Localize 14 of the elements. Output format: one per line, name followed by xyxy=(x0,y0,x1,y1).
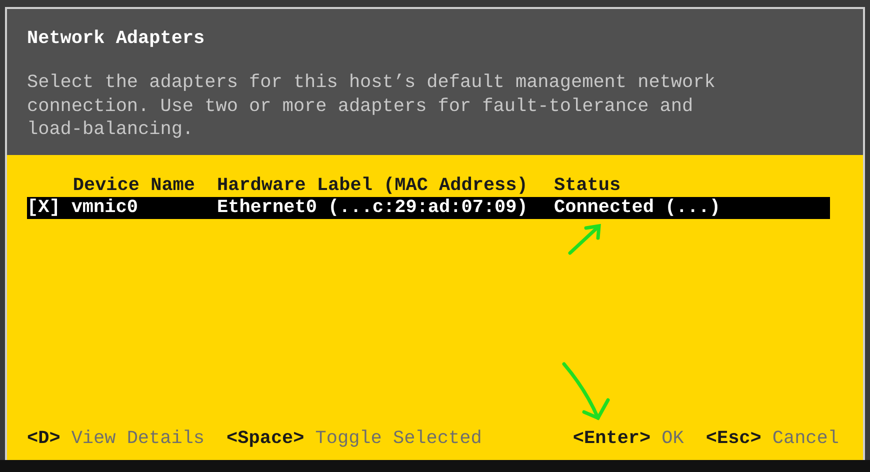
key-hint[interactable]: <D> View Details xyxy=(27,428,205,450)
key-hint[interactable]: <Enter> OK xyxy=(572,428,684,450)
table-cell-text: Ethernet0 (...c:29:ad:07:09) xyxy=(217,197,529,219)
table-cell-text: Connected (...) xyxy=(554,197,722,219)
key-hint[interactable]: <Esc> Cancel xyxy=(706,428,839,450)
column-header: Device Name xyxy=(72,175,195,197)
column-header: Status xyxy=(554,175,621,196)
adapter-row[interactable]: [X] vmnic0 Ethernet0 (...c:29:ad:07:09) Connected (...) xyxy=(27,197,830,219)
description-text: Select the adapters for this host’s default management network connection. Use two or more adapters for fault-tolerance and load-balancing. xyxy=(27,71,716,142)
key-hint[interactable]: <Space> Toggle Selected xyxy=(226,428,482,450)
dialog-title: Network Adapters xyxy=(27,27,205,51)
checkbox-text: [X] xyxy=(27,197,60,219)
column-header: Hardware Label (MAC Address) xyxy=(217,175,528,196)
table-cell: vmnic0 xyxy=(71,197,138,219)
